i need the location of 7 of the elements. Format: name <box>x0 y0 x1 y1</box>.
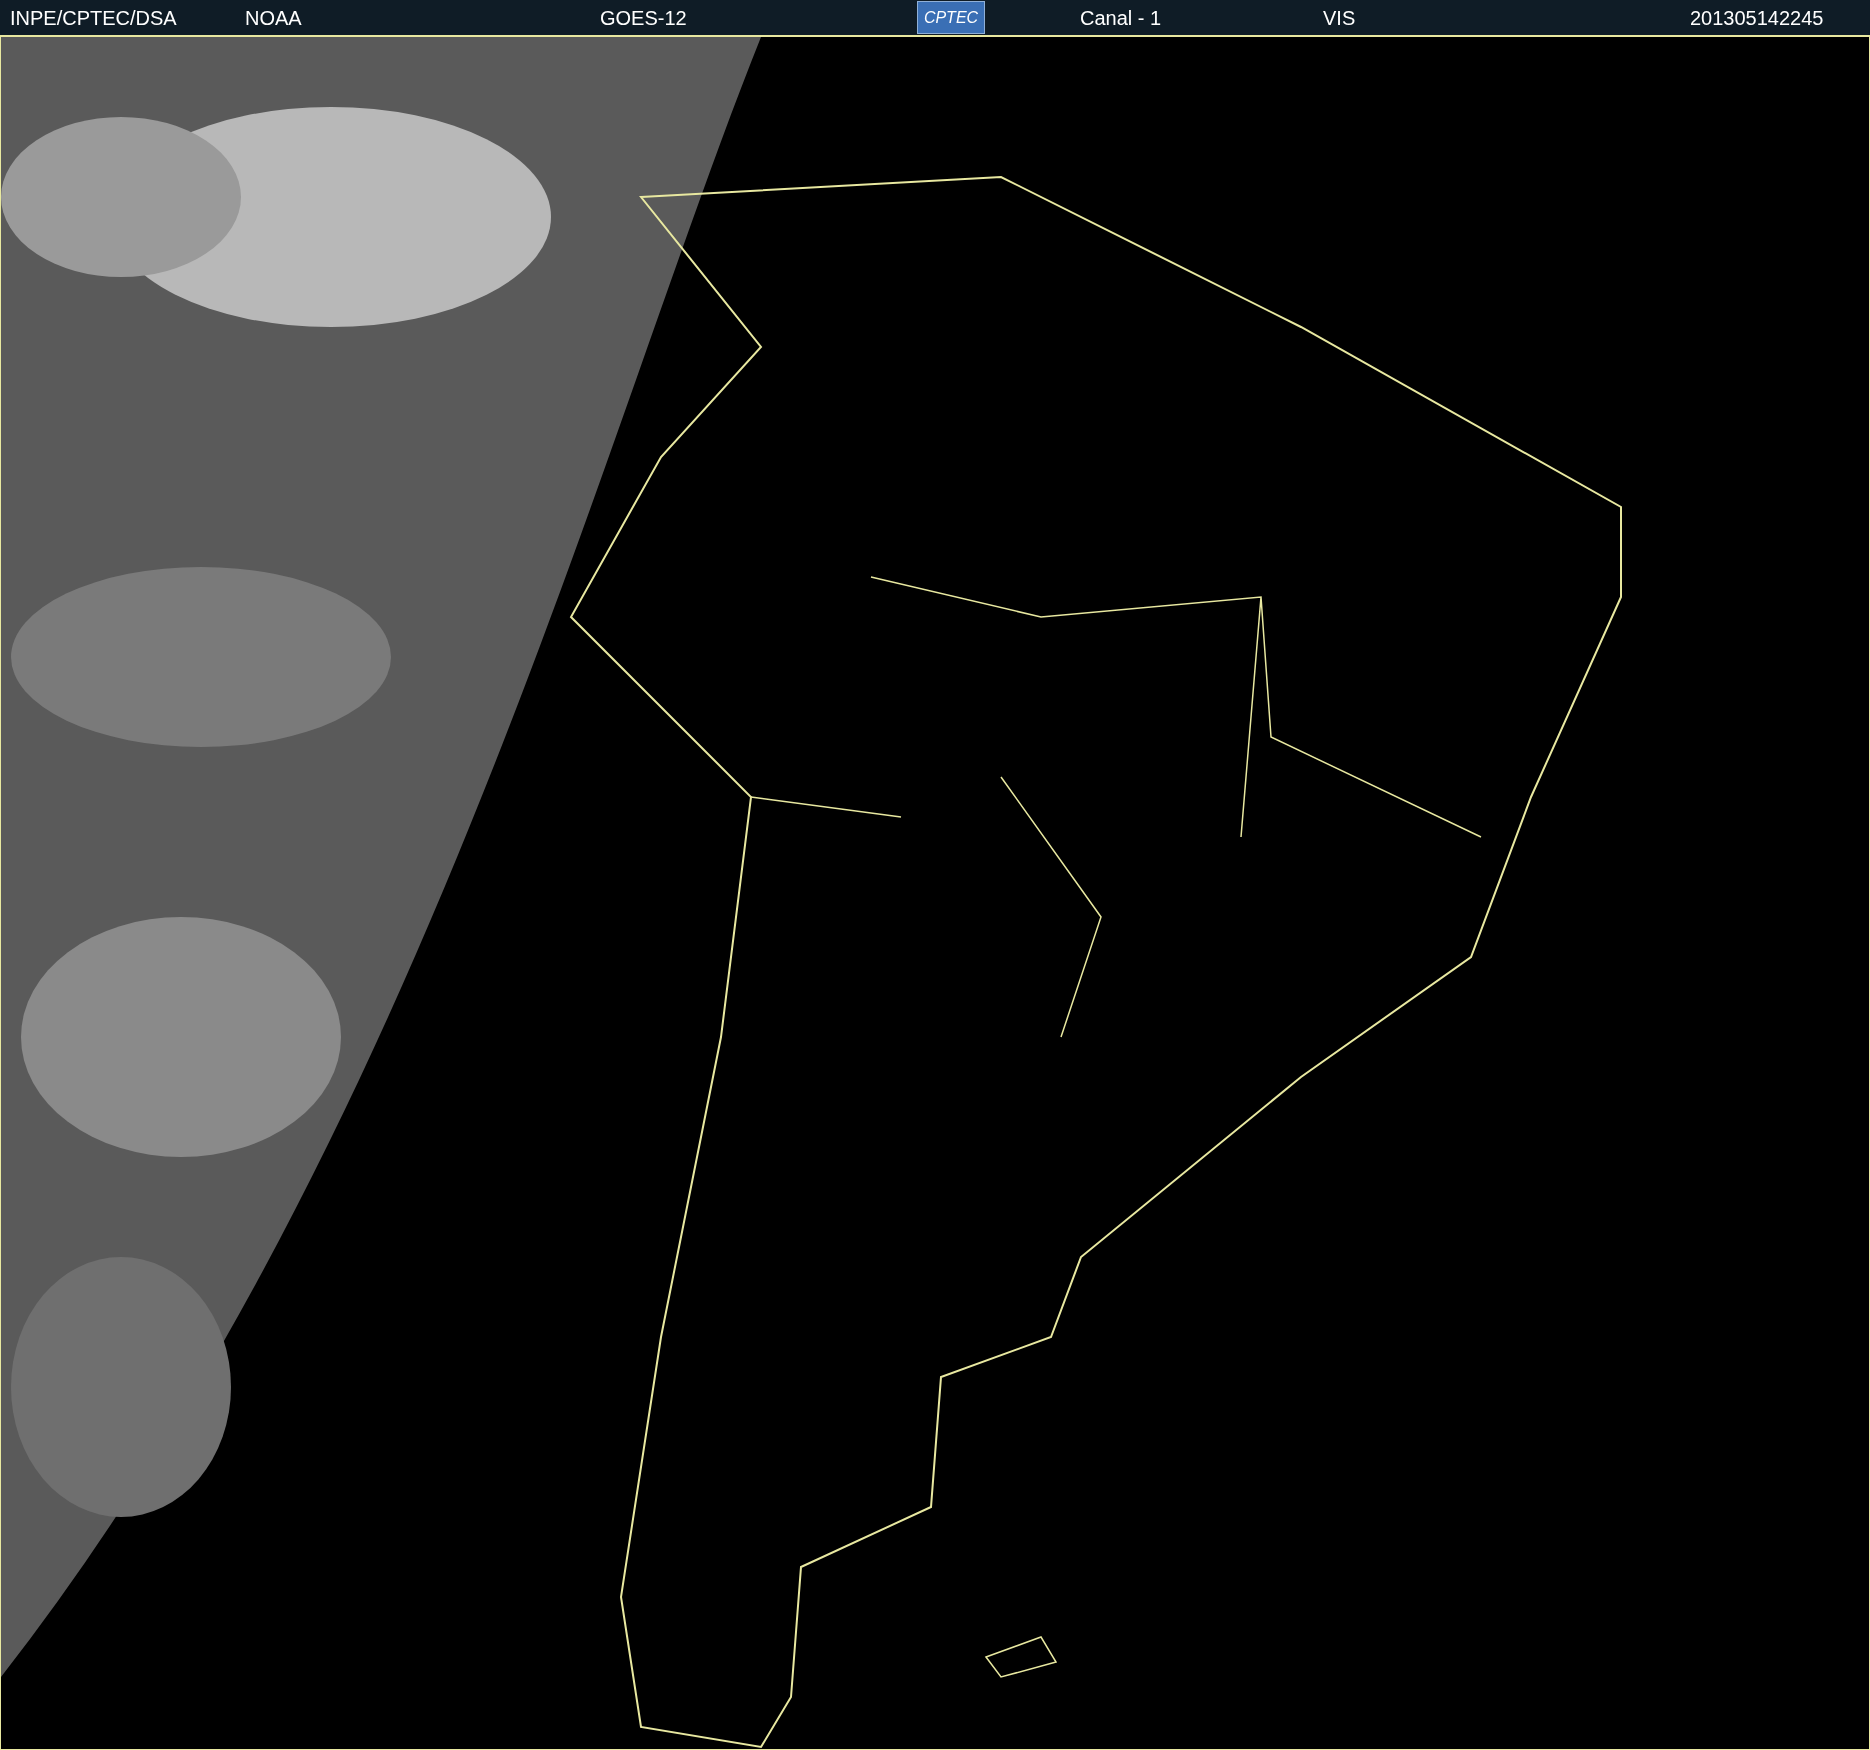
header-label: GOES-12 <box>600 6 687 30</box>
header-label: 201305142245 <box>1690 6 1824 30</box>
logo: CPTEC <box>917 1 985 34</box>
header-label: INPE/CPTEC/DSA <box>10 6 177 30</box>
header-label: Canal - 1 <box>1080 6 1162 30</box>
header-label: NOAA <box>245 6 302 30</box>
header-label: VIS <box>1323 6 1356 30</box>
